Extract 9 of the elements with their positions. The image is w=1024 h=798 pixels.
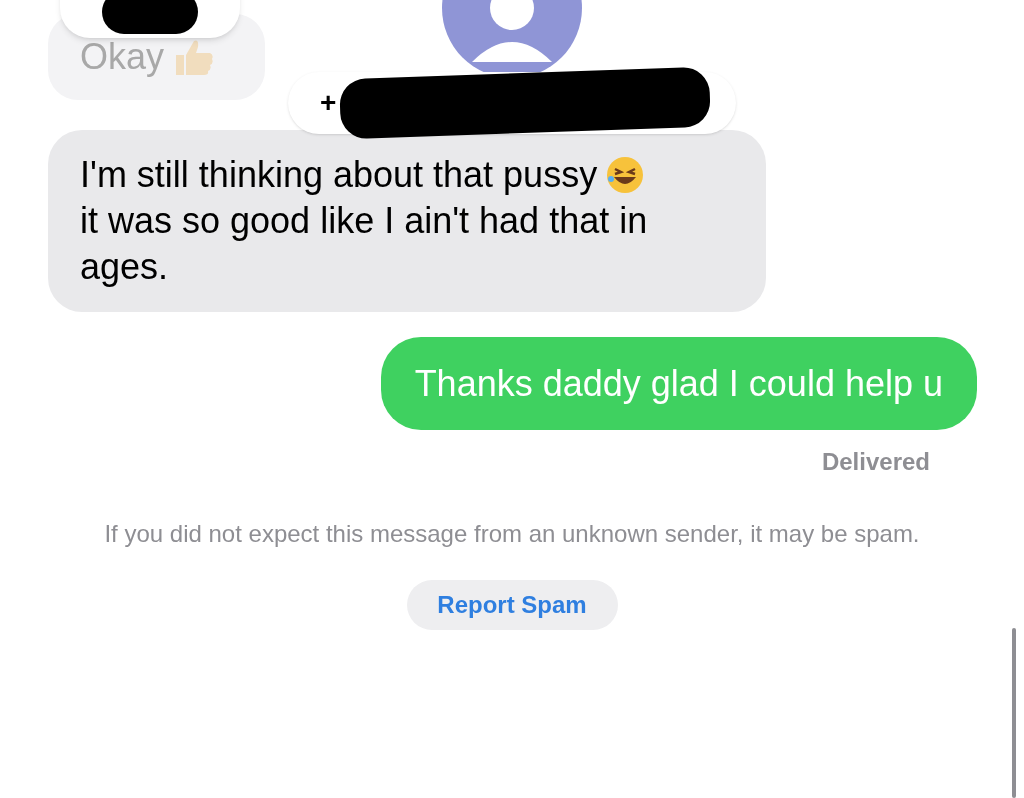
message-text: Okay: [80, 35, 165, 79]
laughing-emoji-icon: [605, 155, 646, 195]
delivery-status: Delivered: [821, 447, 930, 477]
contact-name: +: [320, 86, 337, 120]
message-text: Thanks daddy glad I could help u: [414, 361, 943, 406]
spam-notice: If you did not expect this message from an unknown sender, it may be spam.: [103, 519, 921, 549]
message-text: I'm still thinking about that pussy: [80, 153, 598, 197]
message-text: it was so good like I ain't had that in ages.: [80, 199, 649, 289]
back-icon: [102, 0, 198, 34]
